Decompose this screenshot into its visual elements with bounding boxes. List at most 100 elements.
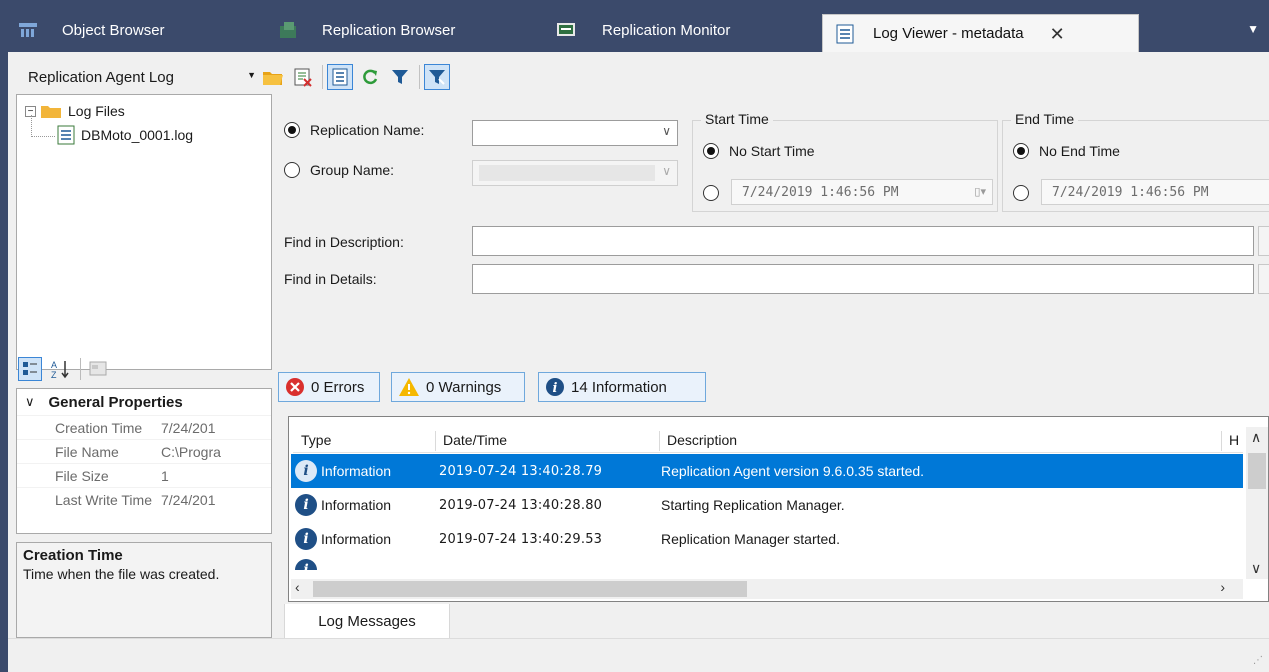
property-row[interactable]: Last Write Time 7/24/201: [17, 487, 271, 511]
description-cell: Replication Agent version 9.6.0.35 start…: [661, 463, 925, 479]
no-end-time-radio[interactable]: No End Time: [1013, 143, 1120, 159]
chevron-down-icon[interactable]: ∨: [25, 394, 35, 410]
column-header-datetime[interactable]: Date/Time: [443, 432, 507, 448]
information-filter-button[interactable]: i 14 Information: [538, 372, 706, 402]
property-value: 7/24/201: [161, 419, 216, 436]
radio-button[interactable]: [284, 122, 300, 138]
table-row[interactable]: i Information 2019-07-24 13:40:28.80 Sta…: [291, 488, 1243, 522]
find-details-options-button[interactable]: [1258, 264, 1269, 294]
radio-button[interactable]: [703, 143, 719, 159]
tab-label: Object Browser: [62, 21, 165, 39]
start-time-radio[interactable]: [703, 185, 719, 204]
type-value: Information: [321, 497, 392, 513]
scroll-left-icon[interactable]: ‹: [295, 579, 300, 595]
description-cell: Replication Manager started.: [661, 531, 840, 547]
type-cell: i Information: [291, 460, 437, 482]
property-row[interactable]: File Name C:\Progra: [17, 439, 271, 463]
info-icon: i: [545, 377, 565, 397]
document-tab-bar: Object Browser Replication Browser Repli…: [8, 8, 1269, 54]
radio-button[interactable]: [703, 185, 719, 201]
table-row[interactable]: i Information 2019-07-24 13:40:29.53 Rep…: [291, 522, 1243, 556]
start-time-picker[interactable]: 7/24/2019 1:46:56 PM ▯▾: [731, 179, 993, 205]
table-row[interactable]: i Information 2019-07-24 13:40:28.79 Rep…: [291, 454, 1243, 488]
toolbar-separator: [80, 358, 81, 380]
table-row-partial: i: [291, 556, 1243, 570]
end-time-picker[interactable]: 7/24/2019 1:46:56 PM: [1041, 179, 1269, 205]
replication-name-radio[interactable]: Replication Name:: [284, 122, 424, 138]
tab-replication-monitor[interactable]: Replication Monitor: [542, 8, 822, 52]
find-details-label: Find in Details:: [284, 271, 377, 287]
column-header-description[interactable]: Description: [667, 432, 737, 448]
chevron-down-icon: ▼: [247, 70, 256, 80]
tab-log-messages[interactable]: Log Messages: [284, 604, 450, 640]
group-name-radio[interactable]: Group Name:: [284, 162, 394, 178]
type-value: Information: [321, 463, 392, 479]
scrollbar-thumb[interactable]: [313, 581, 747, 597]
start-time-value: 7/24/2019 1:46:56 PM: [742, 184, 899, 200]
errors-filter-button[interactable]: 0 Errors: [278, 372, 380, 402]
radio-button[interactable]: [1013, 185, 1029, 201]
scroll-down-icon[interactable]: ∨: [1251, 560, 1261, 577]
tab-replication-browser[interactable]: Replication Browser: [262, 8, 542, 52]
vertical-scrollbar[interactable]: ∧ ∨: [1246, 427, 1268, 579]
no-end-time-label: No End Time: [1039, 143, 1120, 159]
datetime-cell: 2019-07-24 13:40:29.53: [439, 531, 603, 547]
log-messages-button[interactable]: [327, 64, 353, 90]
group-name-select[interactable]: ∨: [472, 160, 678, 186]
tab-label: Replication Monitor: [602, 21, 731, 39]
filter-button[interactable]: [387, 64, 413, 90]
calendar-dropdown-icon[interactable]: ▯▾: [974, 185, 986, 198]
clear-log-icon: [294, 68, 312, 87]
radio-button[interactable]: [1013, 143, 1029, 159]
find-description-options-button[interactable]: [1258, 226, 1269, 256]
info-icon: i: [295, 528, 317, 550]
property-row[interactable]: Creation Time 7/24/201: [17, 415, 271, 439]
tree-node-label: Log Files: [68, 103, 125, 119]
property-row[interactable]: File Size 1: [17, 463, 271, 487]
find-description-input[interactable]: [472, 226, 1254, 256]
end-time-radio[interactable]: [1013, 185, 1029, 204]
column-header-h[interactable]: H: [1229, 432, 1239, 448]
open-folder-button[interactable]: [260, 64, 286, 90]
tree-connector: [31, 115, 55, 137]
error-icon: [285, 377, 305, 397]
clear-filter-button[interactable]: [424, 64, 450, 90]
no-start-time-radio[interactable]: No Start Time: [703, 143, 815, 159]
sort-alphabetical-icon[interactable]: AZ: [50, 358, 72, 380]
type-value: Information: [321, 531, 392, 547]
replication-name-select[interactable]: ∨: [472, 120, 678, 146]
type-cell: i Information: [291, 528, 437, 550]
open-folder-icon: [263, 72, 283, 85]
warning-icon: [398, 377, 420, 397]
replication-browser-icon: [278, 20, 298, 40]
radio-button[interactable]: [284, 162, 300, 178]
property-value: 1: [161, 467, 169, 484]
tab-object-browser[interactable]: Object Browser: [8, 8, 262, 52]
property-value: C:\Progra: [161, 443, 221, 460]
tab-list-dropdown-icon[interactable]: ▼: [1247, 22, 1259, 36]
resize-grip-icon[interactable]: ⋰: [1253, 655, 1263, 666]
property-pages-icon[interactable]: [89, 360, 109, 378]
clear-log-button[interactable]: [290, 64, 316, 90]
scroll-right-icon[interactable]: ›: [1220, 579, 1225, 595]
property-description-title: Creation Time: [23, 547, 123, 564]
info-icon: i: [295, 559, 317, 570]
find-details-input[interactable]: [472, 264, 1254, 294]
warnings-filter-button[interactable]: 0 Warnings: [391, 372, 525, 402]
tree-node-log-file[interactable]: DBMoto_0001.log: [31, 115, 193, 145]
column-header-type[interactable]: Type: [301, 432, 331, 448]
find-description-label: Find in Description:: [284, 234, 404, 250]
log-type-select[interactable]: Replication Agent Log ▼: [16, 63, 256, 91]
scrollbar-thumb[interactable]: [1248, 453, 1266, 489]
scroll-up-icon[interactable]: ∧: [1251, 429, 1261, 446]
refresh-button[interactable]: [357, 64, 383, 90]
grid-header: Type Date/Time Description H: [293, 427, 1243, 453]
property-category-header[interactable]: ∨ General Properties: [17, 389, 271, 415]
categorized-icon[interactable]: [18, 357, 42, 381]
horizontal-scrollbar[interactable]: ‹ ›: [291, 579, 1243, 599]
close-icon[interactable]: ✕: [1050, 25, 1065, 43]
tab-log-viewer[interactable]: Log Viewer - metadata ✕: [822, 14, 1139, 52]
property-key: File Size: [55, 467, 109, 484]
tab-label: Log Viewer - metadata: [873, 25, 1024, 42]
datetime-cell: 2019-07-24 13:40:28.79: [439, 463, 603, 479]
